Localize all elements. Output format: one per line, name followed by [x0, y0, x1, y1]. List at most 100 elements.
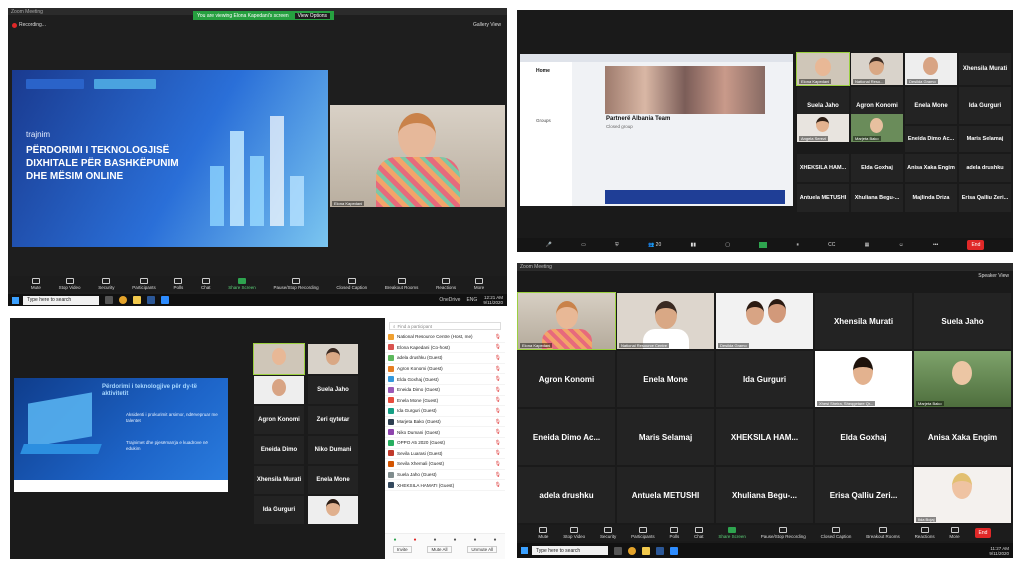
q1-security-button[interactable]: Security: [98, 278, 115, 290]
muted-mic-icon[interactable]: 🎙: [495, 450, 501, 456]
q1-taskbar-search[interactable]: Type here to search: [23, 295, 99, 305]
participant-row[interactable]: Ida Gurguri (Guest) 🎙: [385, 406, 505, 417]
chrome-icon[interactable]: [628, 546, 636, 555]
q1-more-button[interactable]: More: [474, 278, 484, 290]
q4-security-button[interactable]: Security: [600, 527, 616, 539]
participant-row[interactable]: Eneida Dimo (Guest) 🎙: [385, 385, 505, 396]
participant-row[interactable]: Niko Dumani (Guest) 🎙: [385, 427, 505, 438]
q3-unmute-all-button[interactable]: Unmute All: [467, 546, 498, 553]
muted-mic-icon[interactable]: 🎙: [495, 355, 501, 361]
muted-mic-icon[interactable]: 🎙: [495, 440, 501, 446]
q1-participants-button[interactable]: Participants: [132, 278, 156, 290]
q1-breakout-button[interactable]: Breakout Rooms: [385, 278, 418, 290]
participant-row[interactable]: Enela Mone (Guest) 🎙: [385, 396, 505, 407]
q4-closed-caption-button[interactable]: Closed Caption: [821, 527, 851, 539]
q2-breakout-button[interactable]: ▦: [865, 242, 870, 248]
q2-participants-button[interactable]: 👥 20: [648, 242, 661, 248]
q4-polls-button[interactable]: Polls: [669, 527, 679, 539]
q2-cc-button[interactable]: CC: [828, 242, 835, 248]
clear-all-reaction-icon[interactable]: ●: [493, 537, 496, 543]
muted-mic-icon[interactable]: 🎙: [495, 387, 501, 393]
faster-reaction-icon[interactable]: ●: [453, 537, 456, 543]
q2-reactions-button[interactable]: ☺: [899, 242, 904, 248]
q1-reactions-button[interactable]: Reactions: [436, 278, 456, 290]
participant-row[interactable]: Elona Kapedani (Co-host) 🎙: [385, 343, 505, 354]
participant-row[interactable]: adela drushku (Guest) 🎙: [385, 353, 505, 364]
q3-invite-button[interactable]: Invite: [392, 546, 412, 553]
q4-taskbar-search[interactable]: Type here to search: [532, 546, 608, 555]
q1-stop-video-button[interactable]: Stop Video: [59, 278, 81, 290]
muted-mic-icon[interactable]: 🎙: [495, 461, 501, 467]
q4-reactions-button[interactable]: Reactions: [915, 527, 935, 539]
muted-mic-icon[interactable]: 🎙: [495, 429, 501, 435]
muted-mic-icon[interactable]: 🎙: [495, 482, 501, 488]
q4-chat-button[interactable]: Chat: [694, 527, 704, 539]
q1-polls-button[interactable]: Polls: [174, 278, 183, 290]
q1-closed-caption-button[interactable]: Closed Caption: [336, 278, 367, 290]
word-icon[interactable]: [656, 546, 664, 555]
slower-reaction-icon[interactable]: ●: [433, 537, 436, 543]
q4-end-button[interactable]: End: [974, 528, 992, 538]
q2-polls-button[interactable]: ▮▮: [690, 242, 696, 248]
q4-share-screen-button[interactable]: Share Screen: [718, 527, 746, 539]
yes-reaction-icon[interactable]: ●: [393, 537, 396, 543]
q2-chat-button[interactable]: ▢: [725, 242, 730, 248]
participant-row[interactable]: Sevila Xhemali (Guest) 🎙: [385, 459, 505, 470]
windows-start-icon[interactable]: [12, 296, 19, 304]
task-view-icon[interactable]: [614, 546, 622, 555]
q1-share-screen-button[interactable]: Share Screen: [228, 278, 256, 290]
q1-gallery-view-button[interactable]: Gallery View: [473, 22, 501, 28]
q4-stop-video-button[interactable]: Stop Video: [563, 527, 585, 539]
q4-participants-button[interactable]: Participants: [631, 527, 655, 539]
q2-more-button[interactable]: •••: [933, 242, 938, 248]
q2-home-label[interactable]: Home: [536, 68, 572, 74]
participant-row[interactable]: Suela Jaho (Guest) 🎙: [385, 470, 505, 481]
more-reaction-icon[interactable]: ●: [473, 537, 476, 543]
chrome-icon[interactable]: [119, 296, 127, 304]
q4-speaker-view-button[interactable]: Speaker View: [978, 273, 1009, 279]
participant-row[interactable]: OPPO A5 2020 (Guest) 🎙: [385, 438, 505, 449]
q2-security-button[interactable]: ⛨: [615, 242, 619, 248]
participant-row[interactable]: XHEKSILA HAMATI (Guest) 🎙: [385, 480, 505, 491]
zoom-app-icon[interactable]: [161, 296, 169, 304]
q2-end-button[interactable]: End: [967, 240, 985, 250]
q1-mute-button[interactable]: Mute: [31, 278, 41, 290]
q2-mute-button[interactable]: 🎤: [546, 242, 552, 248]
participant-row[interactable]: National Resource Centre (Host, me) 🎙: [385, 332, 505, 343]
muted-mic-icon[interactable]: 🎙: [495, 376, 501, 382]
participant-row[interactable]: Marjeta Bako (Guest) 🎙: [385, 417, 505, 428]
more-dots-icon: [950, 527, 959, 533]
q4-breakout-button[interactable]: Breakout Rooms: [866, 527, 900, 539]
folder-icon[interactable]: [133, 296, 141, 304]
q1-chat-button[interactable]: Chat: [201, 278, 211, 290]
task-view-icon[interactable]: [105, 296, 113, 304]
muted-mic-icon[interactable]: 🎙: [495, 472, 501, 478]
q4-zoom-window: Zoom Meeting Speaker View Elona Kapedani…: [517, 263, 1013, 558]
zoom-app-icon[interactable]: [670, 546, 678, 555]
participant-row[interactable]: Sevila Luarasi (Guest) 🎙: [385, 449, 505, 460]
q3-participant-search[interactable]: ⌕ Find a participant: [389, 322, 501, 330]
q4-more-button[interactable]: More: [949, 527, 960, 539]
muted-mic-icon[interactable]: 🎙: [495, 344, 501, 350]
windows-start-icon[interactable]: [521, 547, 528, 554]
participant-row[interactable]: Agron Konomi (Guest) 🎙: [385, 364, 505, 375]
q1-shared-slide: trajnim PËRDORIMI I TEKNOLOGJISË DIXHITA…: [12, 70, 328, 247]
muted-mic-icon[interactable]: 🎙: [495, 366, 501, 372]
q1-recording-button[interactable]: Pause/Stop Recording: [274, 278, 319, 290]
participant-row[interactable]: Elda Goxhaj (Guest) 🎙: [385, 374, 505, 385]
word-icon[interactable]: [147, 296, 155, 304]
q2-share-screen-button[interactable]: [759, 242, 768, 248]
q3-mute-all-button[interactable]: Mute All: [427, 546, 452, 553]
no-reaction-icon[interactable]: ●: [413, 537, 416, 543]
q1-view-options-button[interactable]: View Options: [294, 12, 331, 19]
q2-video-button[interactable]: ▭: [581, 242, 586, 248]
q4-recording-button[interactable]: Pause/Stop Recording: [761, 527, 806, 539]
muted-mic-icon[interactable]: 🎙: [495, 408, 501, 414]
q4-mute-button[interactable]: Mute: [538, 527, 548, 539]
muted-mic-icon[interactable]: 🎙: [495, 334, 501, 340]
muted-mic-icon[interactable]: 🎙: [495, 397, 501, 403]
q4-stop-video-label: Stop Video: [563, 534, 586, 539]
q2-recording-button[interactable]: ⏸: [796, 242, 799, 248]
folder-icon[interactable]: [642, 546, 650, 555]
muted-mic-icon[interactable]: 🎙: [495, 419, 501, 425]
